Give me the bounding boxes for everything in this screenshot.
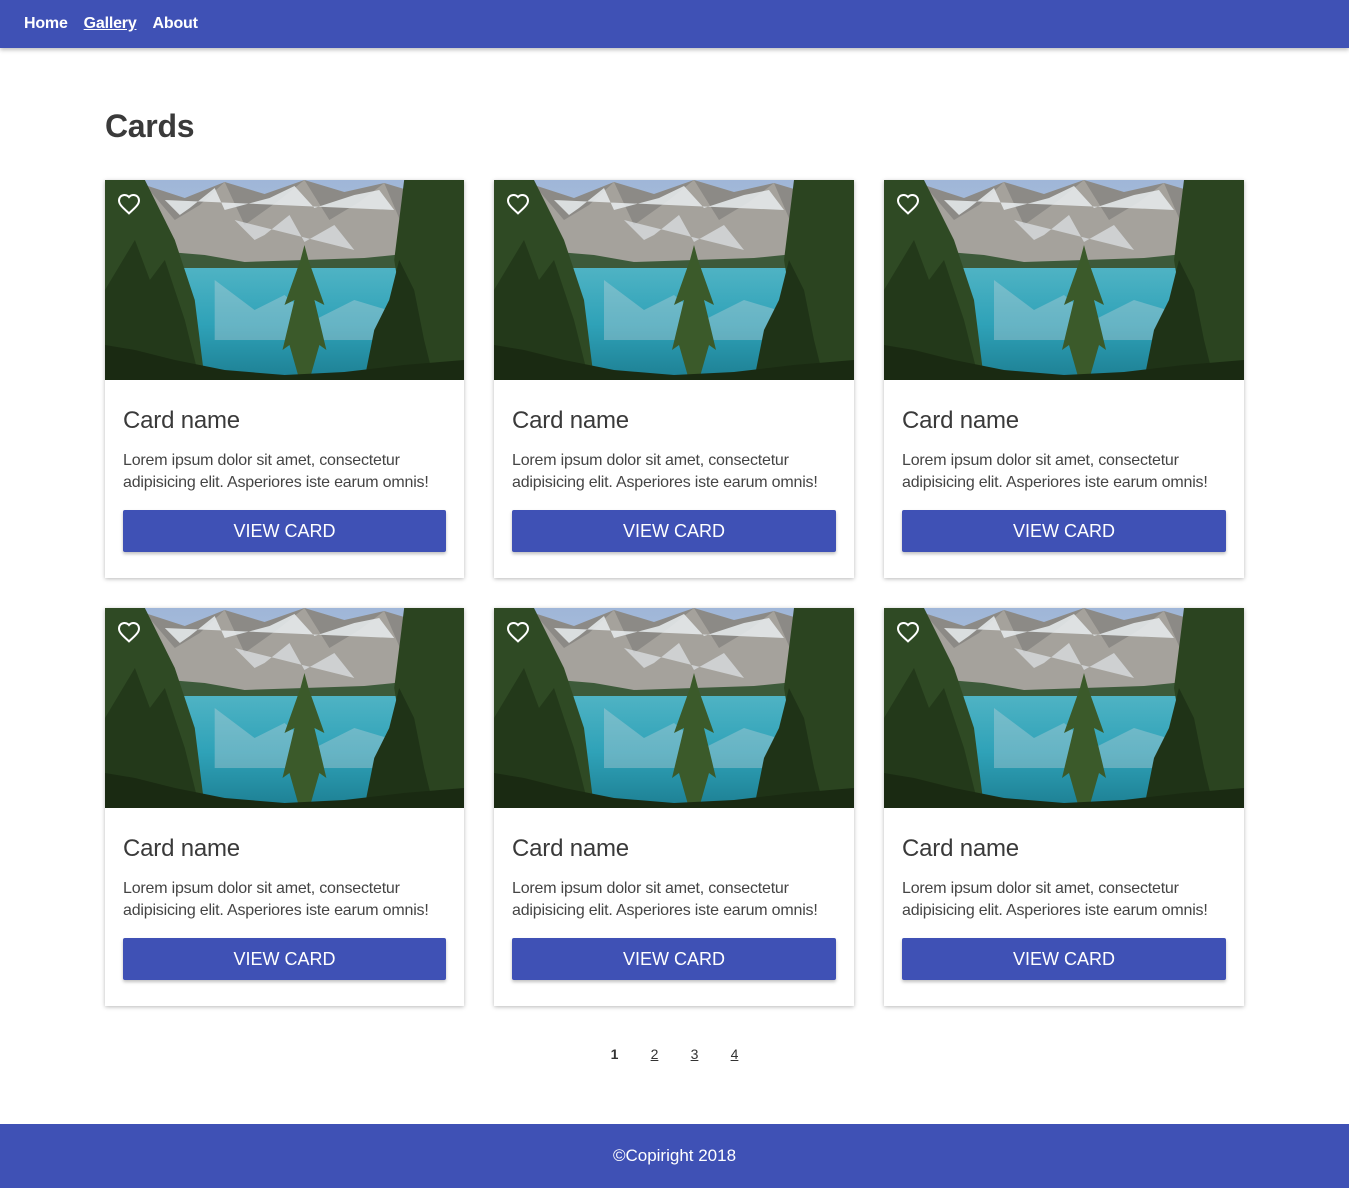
view-card-button[interactable]: VIEW CARD	[902, 510, 1226, 552]
heart-outline-icon[interactable]	[117, 620, 141, 644]
card: Card name Lorem ipsum dolor sit amet, co…	[884, 180, 1244, 578]
page-title: Cards	[105, 108, 195, 144]
card: Card name Lorem ipsum dolor sit amet, co…	[494, 608, 854, 1006]
page-link-3[interactable]: 3	[690, 1046, 700, 1062]
nav-link-home[interactable]: Home	[24, 15, 68, 33]
view-card-button[interactable]: VIEW CARD	[123, 510, 446, 552]
main-nav: Home Gallery About	[24, 0, 198, 48]
card-image	[884, 180, 1244, 380]
card-description: Lorem ipsum dolor sit amet, consectetur …	[123, 452, 429, 491]
card-title: Card name	[123, 407, 240, 434]
card: Card name Lorem ipsum dolor sit amet, co…	[494, 180, 854, 578]
heart-outline-icon[interactable]	[506, 620, 530, 644]
footer: ©Copiright 2018	[0, 1124, 1349, 1188]
card-title: Card name	[902, 407, 1019, 434]
card-image	[494, 180, 854, 380]
card: Card name Lorem ipsum dolor sit amet, co…	[884, 608, 1244, 1006]
card-title: Card name	[902, 835, 1019, 862]
card-title: Card name	[512, 835, 629, 862]
card-description: Lorem ipsum dolor sit amet, consectetur …	[902, 880, 1208, 919]
card-title: Card name	[123, 835, 240, 862]
top-app-bar: Home Gallery About	[0, 0, 1349, 48]
nav-link-about[interactable]: About	[153, 15, 198, 33]
card-image	[884, 608, 1244, 808]
card-image	[105, 608, 464, 808]
heart-outline-icon[interactable]	[896, 192, 920, 216]
card-description: Lorem ipsum dolor sit amet, consectetur …	[512, 452, 818, 491]
heart-outline-icon[interactable]	[117, 192, 141, 216]
view-card-button[interactable]: VIEW CARD	[123, 938, 446, 980]
heart-outline-icon[interactable]	[506, 192, 530, 216]
heart-outline-icon[interactable]	[896, 620, 920, 644]
nav-link-gallery[interactable]: Gallery	[84, 15, 137, 33]
card-description: Lorem ipsum dolor sit amet, consectetur …	[902, 452, 1208, 491]
card-grid: Card name Lorem ipsum dolor sit amet, co…	[105, 180, 1244, 1006]
view-card-button[interactable]: VIEW CARD	[512, 938, 836, 980]
card-description: Lorem ipsum dolor sit amet, consectetur …	[123, 880, 429, 919]
copyright-text: ©Copiright 2018	[612, 1146, 737, 1165]
pagination: 1 2 3 4	[0, 1046, 1349, 1062]
card: Card name Lorem ipsum dolor sit amet, co…	[105, 180, 464, 578]
card-image	[494, 608, 854, 808]
page-link-1[interactable]: 1	[610, 1046, 620, 1062]
card-image	[105, 180, 464, 380]
page-link-2[interactable]: 2	[650, 1046, 660, 1062]
page-link-4[interactable]: 4	[730, 1046, 740, 1062]
card: Card name Lorem ipsum dolor sit amet, co…	[105, 608, 464, 1006]
card-title: Card name	[512, 407, 629, 434]
view-card-button[interactable]: VIEW CARD	[512, 510, 836, 552]
view-card-button[interactable]: VIEW CARD	[902, 938, 1226, 980]
card-description: Lorem ipsum dolor sit amet, consectetur …	[512, 880, 818, 919]
